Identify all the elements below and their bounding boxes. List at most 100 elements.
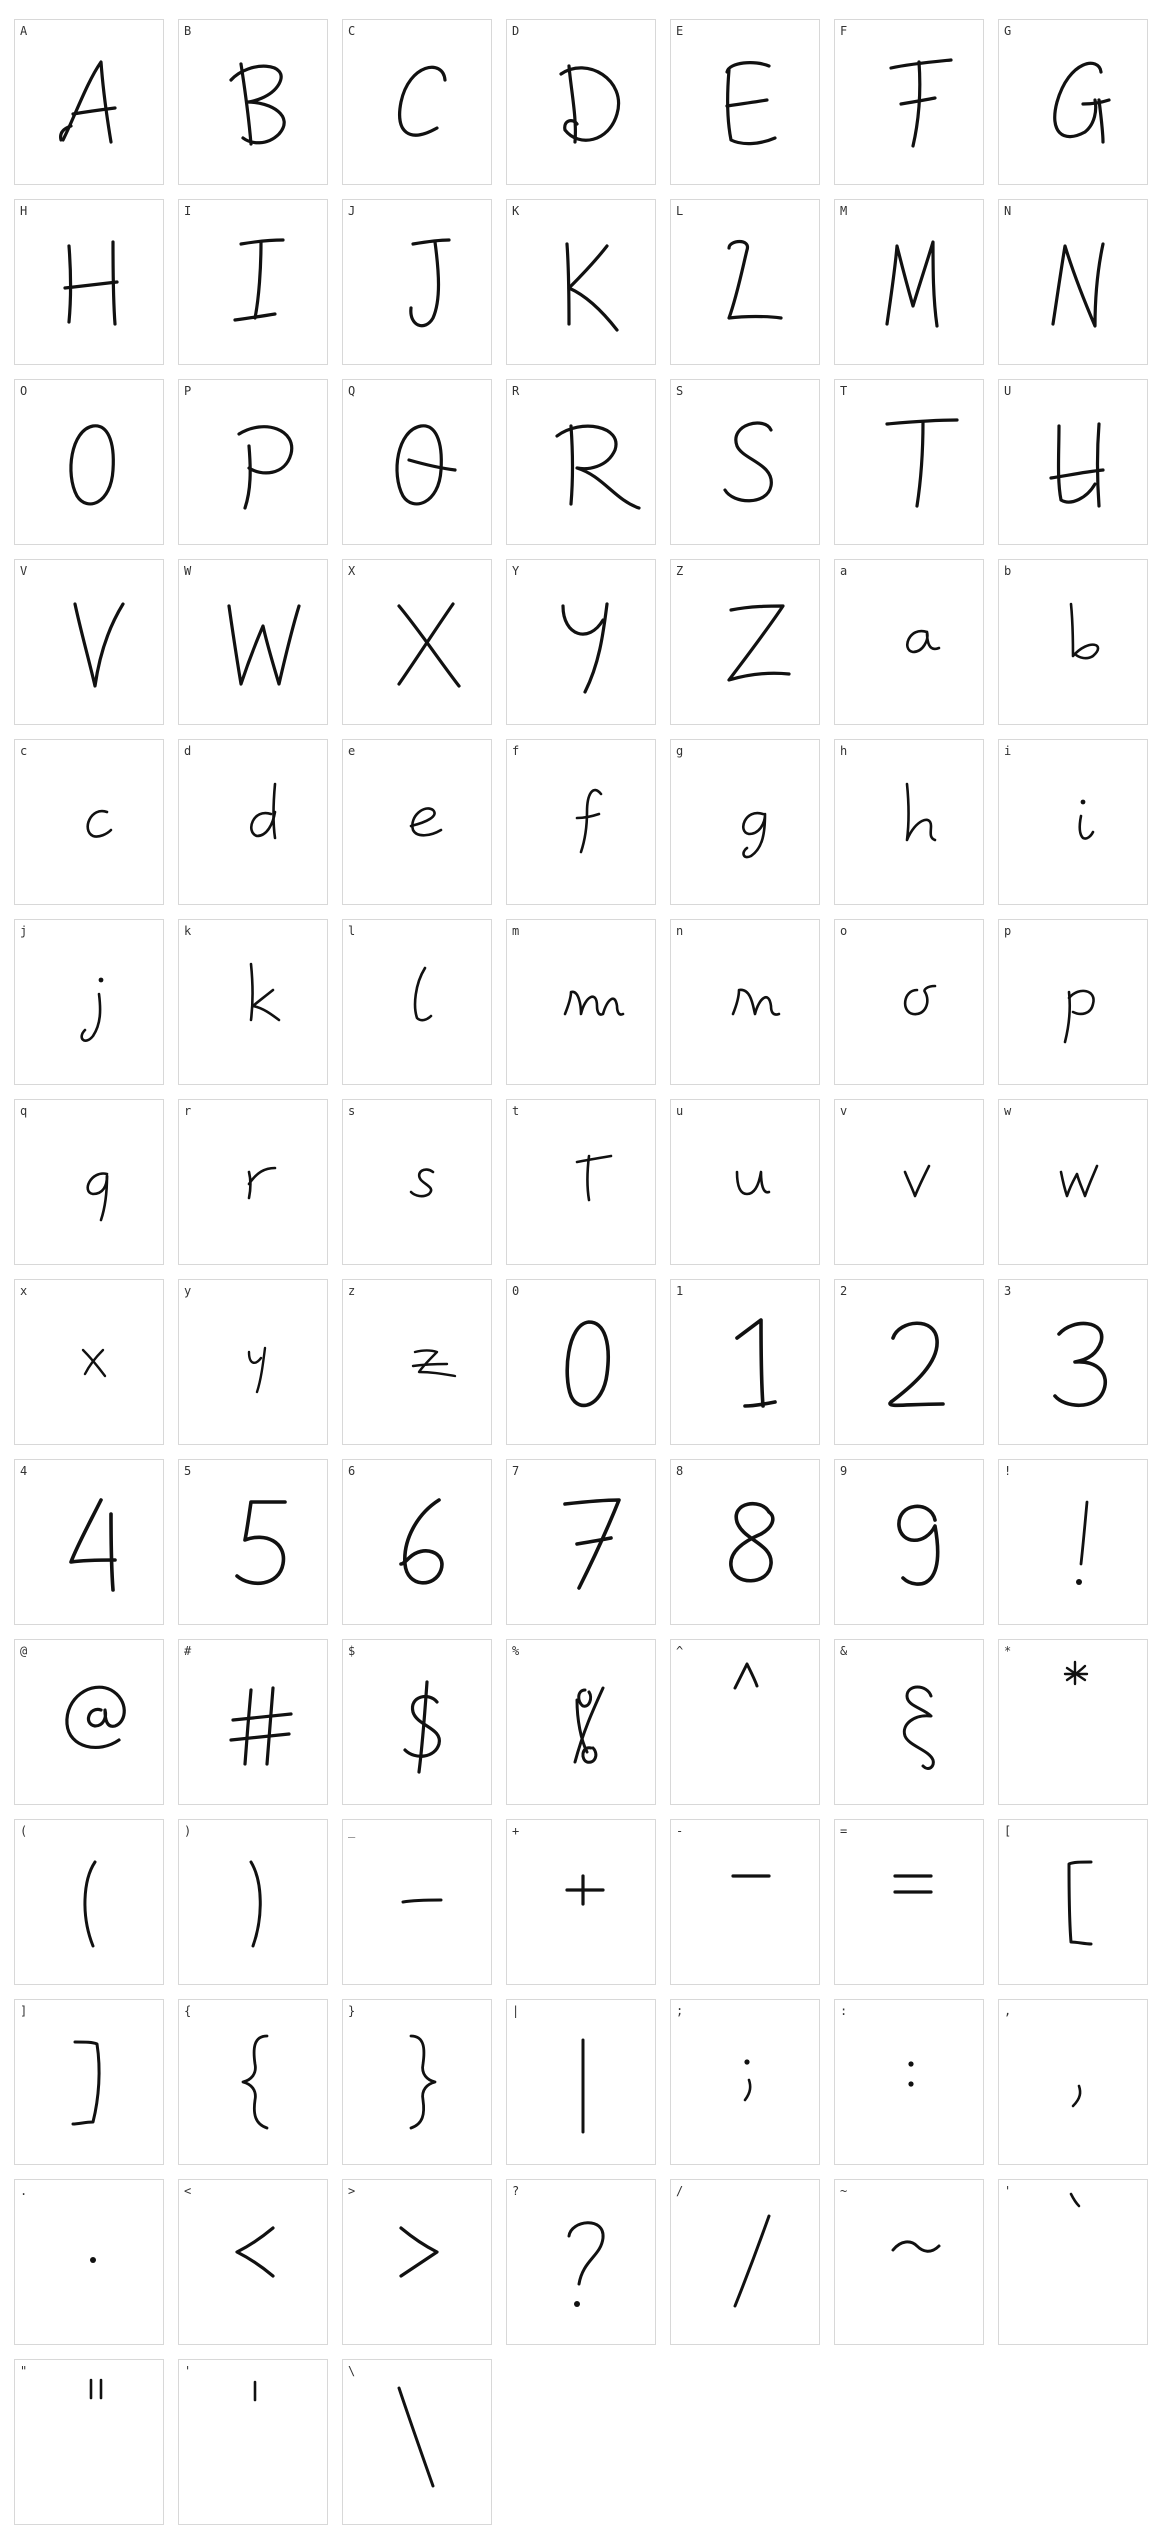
glyph-cell: $ [342, 1639, 492, 1805]
glyph-stroke [61, 60, 113, 144]
glyph-drawing [563, 990, 625, 1016]
glyph-cell: ' [998, 2179, 1148, 2345]
glyph-drawing [409, 807, 443, 837]
glyph-stroke [905, 782, 937, 842]
glyph-stroke [733, 1662, 759, 1690]
glyph-cell: # [178, 1639, 328, 1805]
glyph-stroke [397, 604, 461, 688]
glyph-cell: x [14, 1279, 164, 1445]
glyph-stroke [250, 810, 277, 838]
glyph-drawing [1049, 422, 1105, 508]
glyph-stroke [906, 629, 941, 654]
glyph-drawing [250, 782, 277, 840]
glyph-stroke [73, 602, 125, 688]
glyph-stroke [407, 458, 457, 472]
glyph-drawing [1078, 799, 1095, 840]
glyph-stroke [565, 242, 571, 326]
glyph-drawing [735, 1318, 777, 1408]
glyph-cell: c [14, 739, 164, 905]
glyph-drawing [905, 782, 937, 842]
glyph-cell: } [342, 1999, 492, 2165]
glyph-stroke [67, 244, 73, 324]
glyph-drawing [731, 1874, 771, 1878]
glyph-stroke [255, 1346, 267, 1394]
glyph-stroke [1069, 602, 1100, 660]
glyph-stroke [1063, 990, 1072, 1044]
glyph-stroke [247, 1350, 263, 1364]
glyph-drawing [59, 60, 117, 144]
glyph-cell: b [998, 559, 1148, 725]
glyph-stroke [729, 1502, 775, 1583]
glyph-stroke [742, 811, 767, 859]
glyph-drawing [565, 1320, 610, 1408]
glyph-stroke [272, 782, 277, 840]
glyph-drawing [235, 2226, 275, 2278]
glyph-drawing [743, 2059, 752, 2102]
glyph-drawing [233, 238, 285, 322]
glyph-drawing [575, 788, 603, 854]
glyph-cell: f [506, 739, 656, 905]
glyph-cell: r [178, 1099, 328, 1265]
glyph-drawing [229, 1686, 293, 1766]
glyph-cell: ? [506, 2179, 656, 2345]
glyph-stroke [725, 98, 769, 108]
glyph-drawing [893, 1874, 933, 1894]
glyph-cell: L [670, 199, 820, 365]
glyph-stroke [69, 424, 115, 506]
glyph-stroke [397, 2386, 435, 2488]
glyph-drawing [555, 424, 641, 510]
glyph-cell: _ [342, 1819, 492, 1985]
glyph-drawing [1053, 61, 1111, 144]
glyph-stroke [885, 240, 939, 328]
glyph-cell: j [14, 919, 164, 1085]
glyph-cell: G [998, 19, 1148, 185]
glyph-drawing [86, 809, 113, 838]
glyph-stroke [249, 1860, 262, 1948]
glyph-cell: 6 [342, 1459, 492, 1625]
glyph-drawing [723, 421, 773, 503]
glyph-cell: ) [178, 1819, 328, 1985]
glyph-drawing [1067, 1860, 1093, 1946]
glyph-drawing [1071, 2084, 1082, 2108]
glyph-drawing [1063, 989, 1095, 1044]
glyph-cell: ~ [834, 2179, 984, 2345]
glyph-stroke [239, 62, 253, 146]
glyph-cell: O [14, 379, 164, 545]
glyph-drawing [1076, 1500, 1089, 1585]
glyph-stroke [911, 60, 922, 148]
glyph-drawing [891, 2240, 941, 2253]
glyph-drawing [395, 424, 457, 506]
glyph-cell: 0 [506, 1279, 656, 1445]
glyph-cell: R [506, 379, 656, 545]
glyph-stroke [109, 1512, 115, 1592]
glyph-drawing [897, 1504, 940, 1586]
glyph-drawing [227, 604, 301, 686]
glyph-stroke [727, 239, 783, 320]
glyph-drawing [397, 602, 461, 688]
glyph-stroke [567, 64, 577, 144]
glyph-stroke [409, 2034, 437, 2130]
glyph-stroke [409, 1168, 435, 1198]
glyph-stroke [65, 1685, 126, 1750]
glyph-cell: , [998, 1999, 1148, 2165]
glyph-drawing [567, 2221, 605, 2307]
glyph-stroke [401, 1898, 443, 1904]
glyph-stroke [69, 1498, 117, 1564]
glyph-stroke [398, 65, 447, 137]
glyph-cell: y [178, 1279, 328, 1445]
glyph-stroke [725, 61, 771, 74]
glyph-cell: 8 [670, 1459, 820, 1625]
glyph-stroke [723, 421, 773, 503]
glyph-stroke [71, 106, 117, 116]
glyph-stroke [63, 280, 119, 290]
glyph-drawing [903, 1164, 931, 1198]
glyph-cell: Y [506, 559, 656, 725]
glyph-cell: l [342, 919, 492, 1085]
glyph-drawing [903, 984, 937, 1016]
glyph-drawing [73, 602, 125, 688]
glyph-stroke [567, 244, 619, 332]
glyph-cell: a [834, 559, 984, 725]
glyph-dot [1076, 1579, 1082, 1585]
glyph-stroke [237, 425, 294, 475]
glyph-drawing [399, 2226, 439, 2278]
